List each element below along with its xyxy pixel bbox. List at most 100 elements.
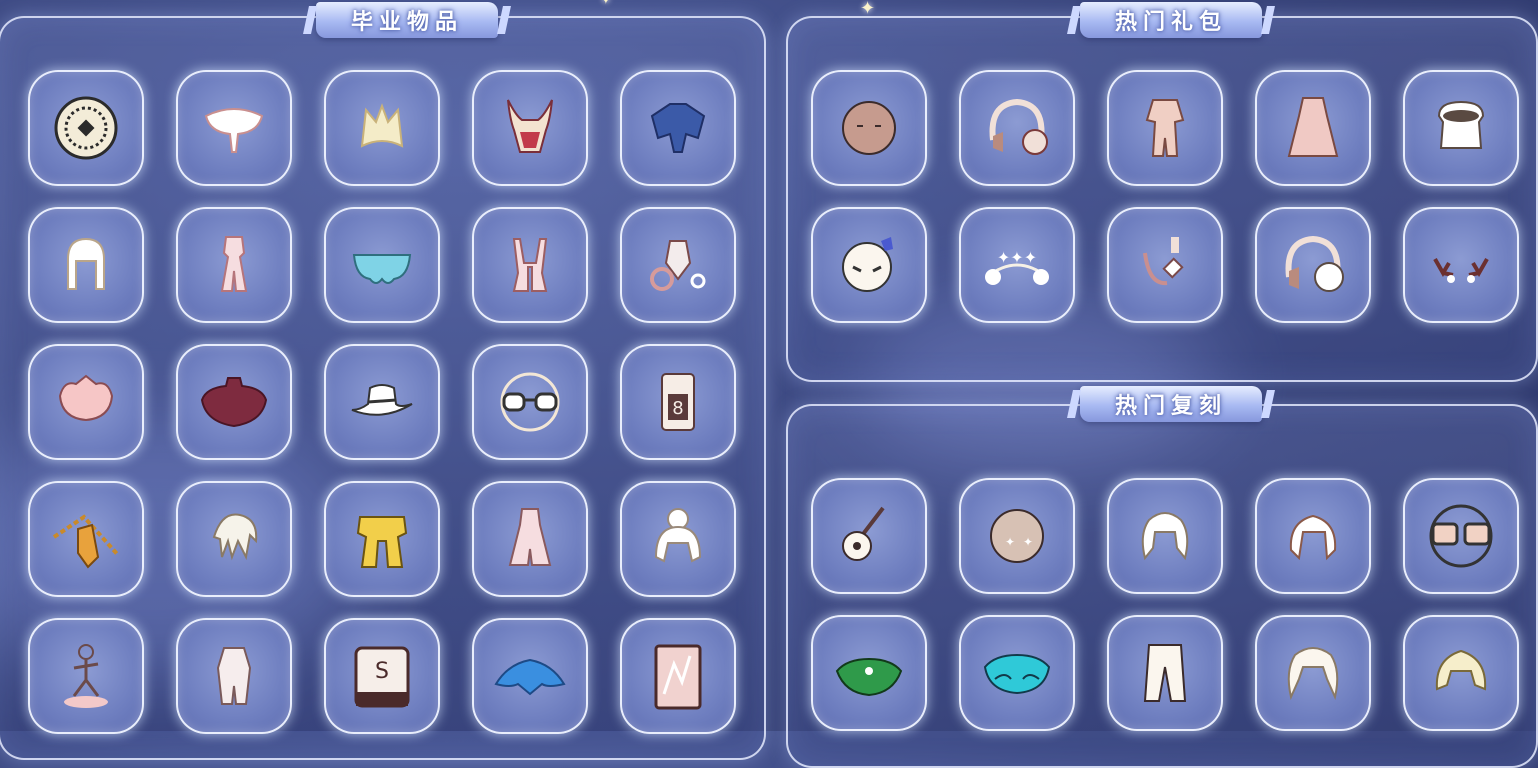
white-fur-icon [1437, 100, 1485, 149]
piano-icon: S [354, 646, 410, 708]
graduation-items-title: 毕业物品 [316, 2, 498, 38]
music-box-icon: 8 [661, 373, 695, 431]
guitar-icon [842, 506, 885, 561]
feather-hair-icon [212, 513, 258, 561]
graduation-item-slot[interactable] [472, 481, 588, 597]
svg-text:8: 8 [672, 398, 683, 419]
graduation-item-slot[interactable] [324, 70, 440, 186]
graduation-item-slot[interactable]: S [324, 618, 440, 734]
red-mask-icon [507, 99, 553, 153]
hot-reruns-item-slot[interactable] [1255, 478, 1371, 594]
graduation-item-slot[interactable] [620, 618, 736, 734]
hot-reruns-item-slot[interactable] [959, 615, 1075, 731]
earring-icon [1143, 237, 1184, 286]
svg-text:✦: ✦ [1023, 535, 1033, 549]
medallion-icon [54, 96, 118, 160]
pink-scarf-icon [512, 238, 548, 292]
graduation-item-slot[interactable] [472, 344, 588, 460]
sparkle-icon: ✦ [600, 0, 612, 8]
cream-hair-icon [360, 103, 404, 148]
hot-reruns-item-slot[interactable] [811, 478, 927, 594]
hot-packs-item-slot[interactable] [1107, 70, 1223, 186]
pink-cape-icon [58, 374, 114, 422]
hot-packs-item-slot[interactable] [1107, 207, 1223, 323]
graduation-item-slot[interactable] [28, 207, 144, 323]
graduation-item-slot[interactable] [28, 344, 144, 460]
green-cape-icon [835, 657, 903, 697]
graduation-item-slot[interactable] [472, 618, 588, 734]
hot-packs-item-slot[interactable]: ✦✦✦ [959, 207, 1075, 323]
antlers-icon [1433, 258, 1489, 283]
hot-packs-item-slot[interactable] [1255, 207, 1371, 323]
dance-emote-icon [64, 644, 108, 708]
short-hair-icon [1435, 649, 1487, 691]
pink-outfit-icon [220, 236, 248, 292]
hot-packs-item-slot[interactable] [959, 70, 1075, 186]
card-prop-icon [654, 644, 702, 710]
graduation-item-slot[interactable] [176, 207, 292, 323]
hot-packs-item-slot[interactable] [1403, 70, 1519, 186]
graduation-item-slot[interactable] [324, 481, 440, 597]
hot-reruns-item-slot[interactable] [1403, 615, 1519, 731]
pink-robe-icon [1287, 97, 1339, 157]
graduation-item-slot[interactable]: 8 [620, 344, 736, 460]
graduation-item-slot[interactable] [176, 344, 292, 460]
golden-necklace-icon [52, 514, 120, 569]
graduation-items-title-text: 毕业物品 [350, 10, 463, 35]
cyan-wave-cape-icon [983, 653, 1051, 695]
graduation-item-slot[interactable] [28, 481, 144, 597]
blue-wing-cape-icon [494, 658, 566, 696]
graduation-item-slot[interactable] [324, 207, 440, 323]
hot-reruns-item-slot[interactable]: ✦ ✦ [959, 478, 1075, 594]
hot-reruns-item-slot[interactable] [1255, 615, 1371, 731]
pink-dress-icon [508, 508, 552, 566]
white-pants-icon [1143, 644, 1187, 702]
hot-packs-item-slot[interactable] [1255, 70, 1371, 186]
hot-packs-title: 热门礼包 [1080, 2, 1262, 38]
svg-text:✦✦✦: ✦✦✦ [997, 248, 1037, 267]
hot-packs-item-slot[interactable] [1403, 207, 1519, 323]
graduation-item-slot[interactable] [324, 344, 440, 460]
hot-reruns-title-text: 热门复刻 [1114, 394, 1227, 419]
mask-prop-icon [650, 240, 706, 291]
headphones-icon [989, 98, 1048, 155]
graduation-item-slot[interactable] [620, 481, 736, 597]
hot-reruns-item-slot[interactable] [1403, 478, 1519, 594]
graduation-item-slot[interactable] [176, 481, 292, 597]
twin-tail-hair-icon [1141, 512, 1189, 561]
graduation-item-slot[interactable] [176, 70, 292, 186]
cowboy-hat-icon [351, 384, 413, 416]
moon-crown-icon: ✦✦✦ [985, 248, 1049, 285]
graduation-item-slot[interactable] [472, 70, 588, 186]
blue-cape-icon [650, 103, 706, 153]
graduation-item-slot[interactable] [472, 207, 588, 323]
pink-pajamas-icon [1145, 99, 1185, 157]
white-hair-icon [67, 237, 105, 290]
sunglasses-icon [1429, 504, 1493, 568]
white-armor-icon [216, 647, 252, 705]
wavy-hair-icon [1287, 647, 1339, 701]
hot-packs-title-text: 热门礼包 [1114, 10, 1227, 35]
graduation-item-slot[interactable] [620, 207, 736, 323]
hot-packs-item-slot[interactable] [811, 70, 927, 186]
glasses-icon [500, 372, 560, 432]
hot-reruns-item-slot[interactable] [811, 615, 927, 731]
svg-text:✦: ✦ [1005, 535, 1015, 549]
maroon-cape-icon [200, 377, 268, 428]
hot-reruns-item-slot[interactable] [1107, 478, 1223, 594]
star-mask-icon: ✦ ✦ [990, 509, 1044, 563]
svg-text:S: S [375, 659, 389, 684]
graduation-item-slot[interactable] [176, 618, 292, 734]
white-cape-icon [204, 108, 264, 153]
hot-reruns-item-slot[interactable] [1107, 615, 1223, 731]
bun-hair-icon [654, 508, 702, 563]
hot-packs-item-slot[interactable] [811, 207, 927, 323]
graduation-item-slot[interactable] [28, 70, 144, 186]
white-headphones-icon [1285, 235, 1344, 292]
pigtail-hair-icon [1289, 514, 1337, 561]
hot-reruns-title: 热门复刻 [1080, 386, 1262, 422]
graduation-item-slot[interactable] [28, 618, 144, 734]
plain-mask-icon [842, 101, 896, 155]
white-mask-icon [842, 237, 893, 292]
graduation-item-slot[interactable] [620, 70, 736, 186]
